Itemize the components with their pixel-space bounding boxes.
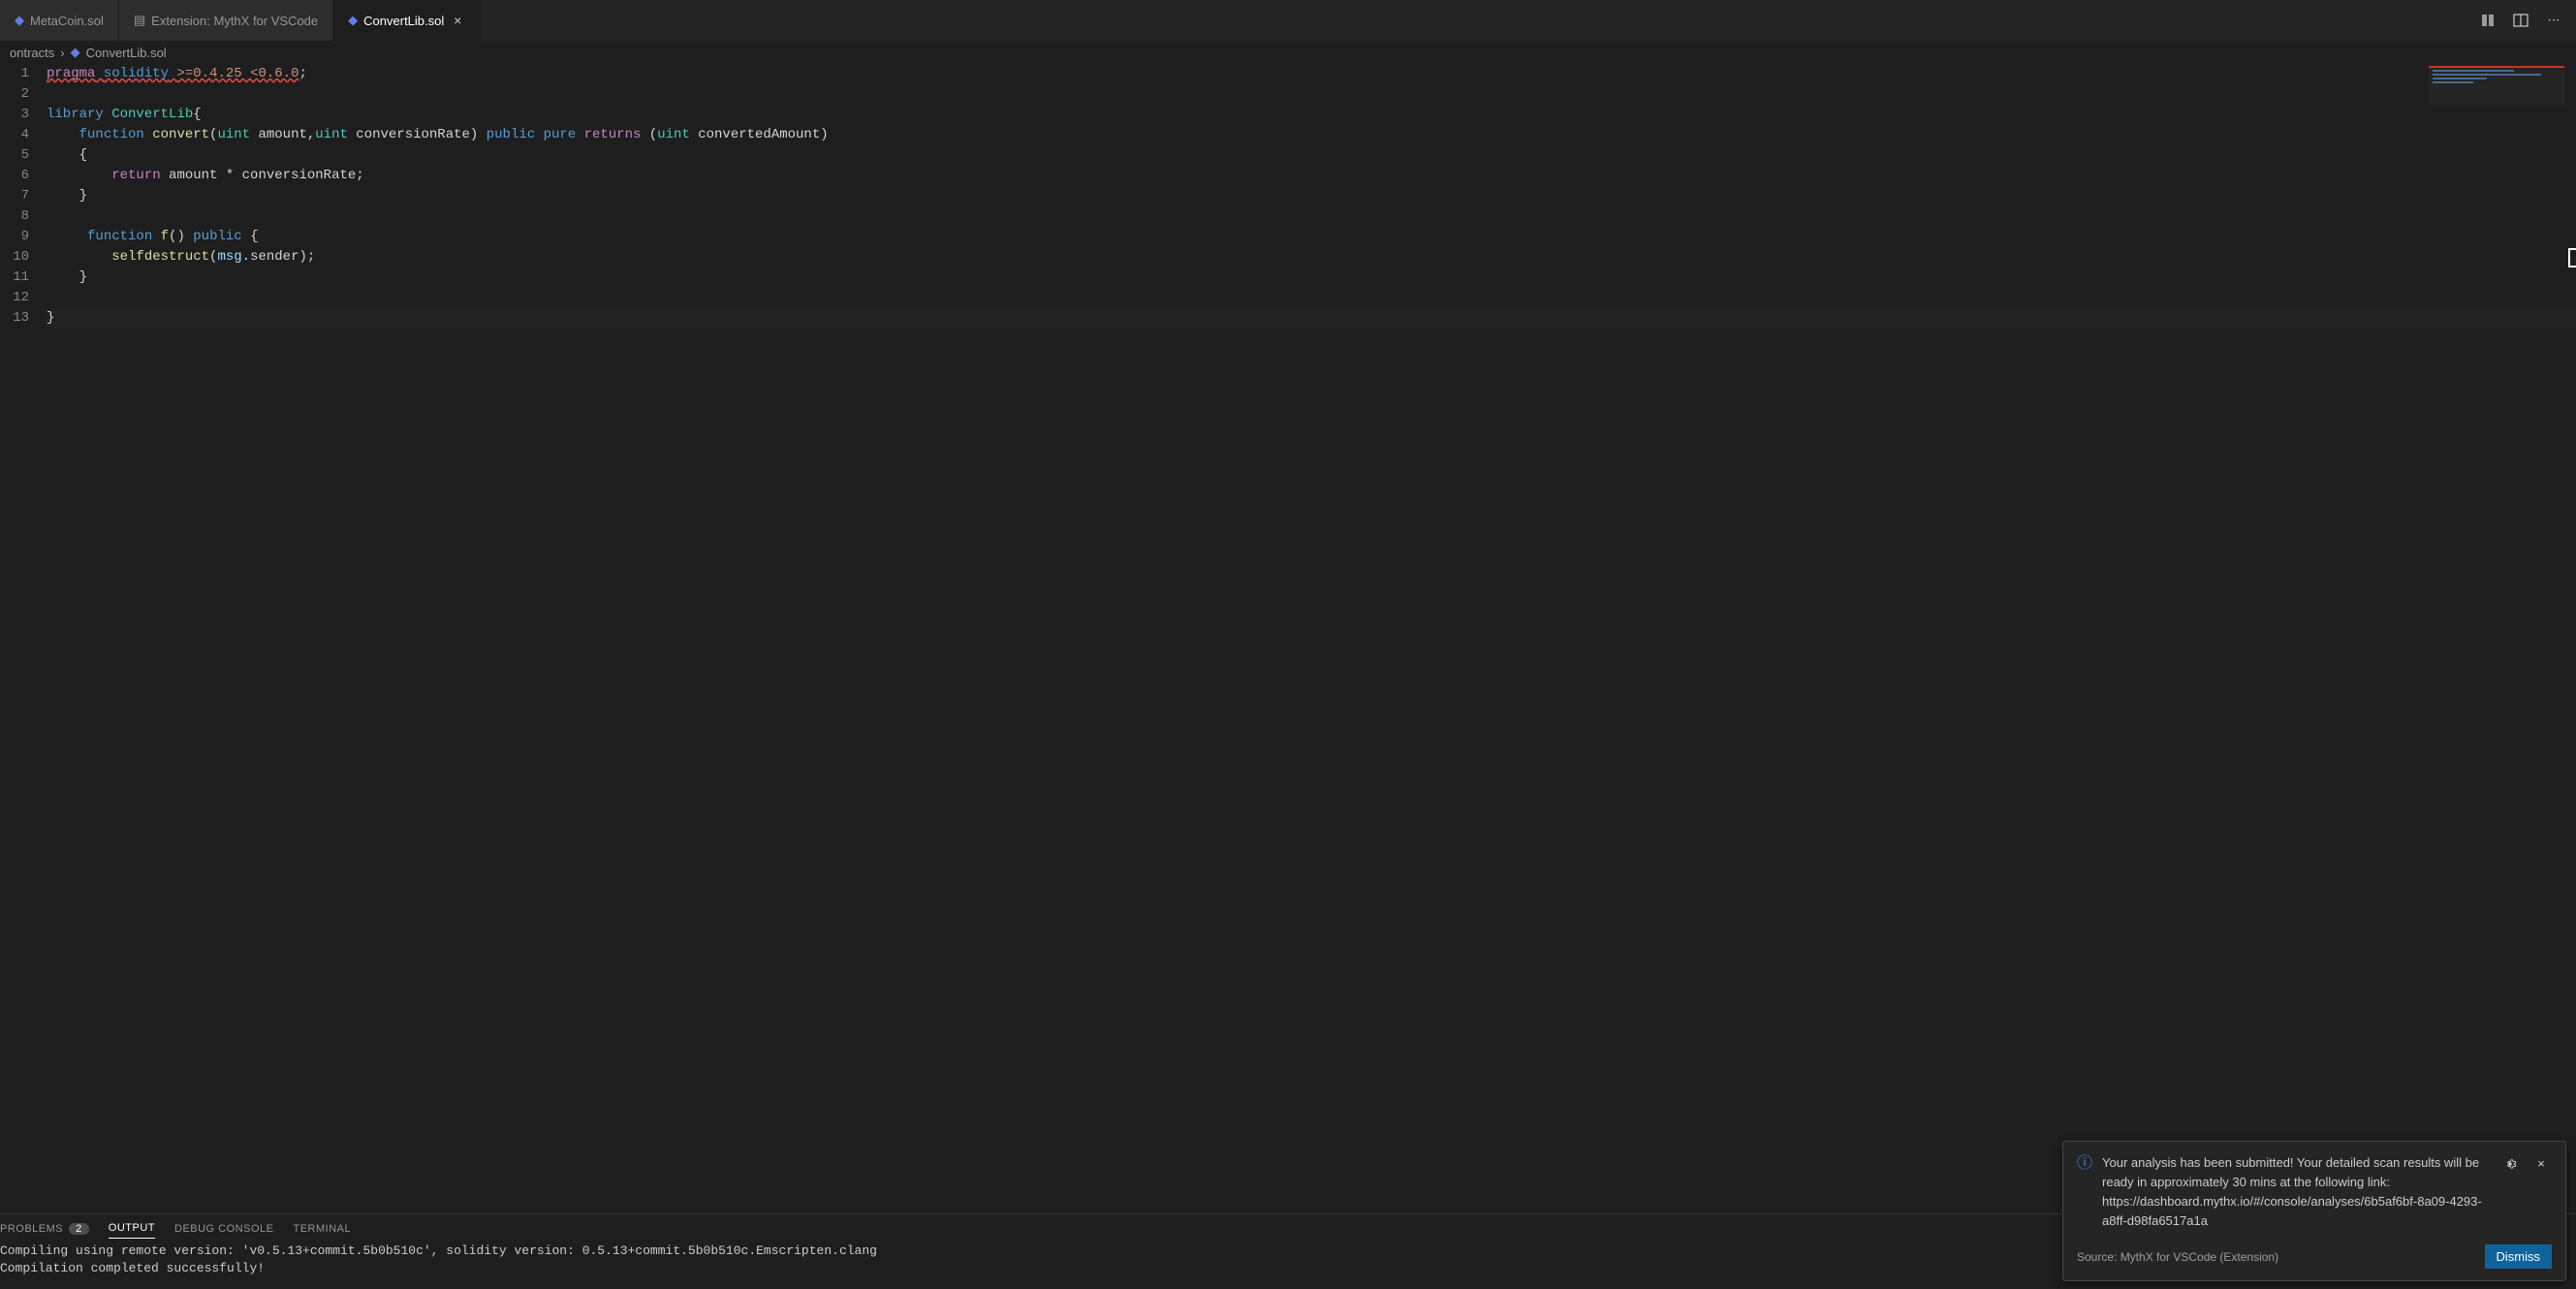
gear-icon[interactable] [2499,1153,2521,1175]
tab-metacoin[interactable]: ◆ MetaCoin.sol [0,0,119,41]
notification-source: Source: MythX for VSCode (Extension) [2077,1247,2278,1267]
line-numbers: 1 2 3 4 5 6 7 8 9 10 11 12 13 [0,64,47,1213]
code-content[interactable]: pragma solidity >=0.4.25 <0.6.0; library… [47,64,2576,1213]
info-icon: ⓘ [2077,1154,2092,1231]
chevron-right-icon: › [60,46,64,60]
tab-terminal[interactable]: TERMINAL [293,1222,351,1239]
tab-debug-console[interactable]: DEBUG CONSOLE [174,1222,273,1239]
notification-toast: ⓘ Your analysis has been submitted! Your… [2062,1141,2566,1281]
notification-message: Your analysis has been submitted! Your d… [2102,1153,2490,1231]
tab-label: ConvertLib.sol [363,14,444,28]
dismiss-button[interactable]: Dismiss [2485,1244,2553,1269]
breadcrumb[interactable]: ontracts › ◆ ConvertLib.sol [0,41,2576,64]
editor[interactable]: 1 2 3 4 5 6 7 8 9 10 11 12 13 pragma sol… [0,64,2576,1213]
more-icon[interactable]: ⋯ [2543,10,2564,31]
ethereum-icon: ◆ [15,13,24,28]
tab-problems[interactable]: PROBLEMS 2 [0,1222,89,1239]
breadcrumb-file: ConvertLib.sol [86,46,167,60]
tab-convertlib[interactable]: ◆ ConvertLib.sol × [333,0,481,41]
tab-label: Extension: MythX for VSCode [151,14,318,28]
close-icon[interactable]: × [2530,1153,2552,1175]
collapse-indicator-icon[interactable] [2568,248,2576,267]
tabs-bar: ◆ MetaCoin.sol ▤ Extension: MythX for VS… [0,0,2576,41]
tab-label: MetaCoin.sol [30,14,104,28]
ethereum-icon: ◆ [348,13,358,28]
breadcrumb-folder: ontracts [10,46,54,60]
close-icon[interactable]: × [450,13,465,28]
compare-icon[interactable] [2477,10,2498,31]
ethereum-icon: ◆ [71,45,80,60]
split-editor-icon[interactable] [2510,10,2531,31]
tab-output[interactable]: OUTPUT [109,1222,155,1239]
tab-extension[interactable]: ▤ Extension: MythX for VSCode [119,0,333,41]
preview-icon: ▤ [134,13,145,28]
minimap[interactable] [2429,66,2564,105]
problems-badge: 2 [69,1223,89,1235]
